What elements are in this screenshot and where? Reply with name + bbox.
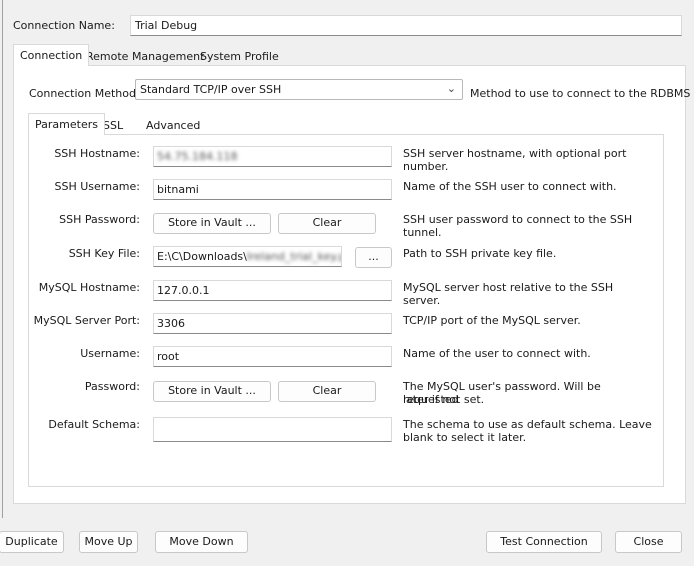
connection-method-select[interactable]: Standard TCP/IP over SSH ⌄: [135, 79, 463, 100]
username-label: Username:: [80, 347, 140, 360]
tab-parameters[interactable]: Parameters: [28, 113, 105, 135]
close-button[interactable]: Close: [615, 531, 682, 553]
default-schema-label: Default Schema:: [48, 418, 140, 431]
ssh-username-label: SSH Username:: [54, 180, 140, 193]
ssh-username-description: Name of the SSH user to connect with.: [403, 180, 617, 193]
password-label: Password:: [84, 380, 140, 393]
tab-connection[interactable]: Connection: [13, 44, 90, 66]
ssh-hostname-value: 54.75.184.118: [157, 150, 238, 163]
chevron-down-icon: ⌄: [446, 82, 456, 95]
mysql-port-input[interactable]: 3306: [153, 313, 392, 334]
ssh-hostname-label: SSH Hostname:: [54, 147, 140, 160]
move-up-button[interactable]: Move Up: [79, 531, 138, 553]
ssh-clear-password-button[interactable]: Clear: [278, 213, 376, 234]
ssh-password-description: SSH user password to connect to the SSH …: [403, 213, 633, 239]
password-description-line2: later if not set.: [403, 393, 485, 406]
mysql-hostname-label: MySQL Hostname:: [38, 281, 140, 294]
tab-system-profile[interactable]: System Profile: [193, 45, 286, 67]
default-schema-description-line1: The schema to use as default schema. Lea…: [403, 418, 652, 431]
connection-name-label: Connection Name:: [13, 19, 115, 32]
ssh-key-file-description: Path to SSH private key file.: [403, 247, 557, 260]
tab-advanced[interactable]: Advanced: [139, 114, 207, 136]
mysql-port-description: TCP/IP port of the MySQL server.: [403, 314, 581, 327]
ssh-hostname-input[interactable]: 54.75.184.118: [153, 146, 392, 167]
mysql-port-label: MySQL Server Port:: [33, 314, 140, 327]
ssh-key-file-path: E:\C\Downloads\: [157, 250, 247, 263]
test-connection-button[interactable]: Test Connection: [486, 531, 602, 553]
ssh-password-label: SSH Password:: [59, 213, 140, 226]
username-description: Name of the user to connect with.: [403, 347, 591, 360]
connection-name-input[interactable]: Trial Debug: [130, 15, 682, 36]
default-schema-description-line2: blank to select it later.: [403, 431, 527, 444]
ssh-username-input[interactable]: bitnami: [153, 179, 392, 200]
duplicate-button[interactable]: Duplicate: [0, 531, 64, 553]
connection-method-label: Connection Method:: [29, 87, 140, 100]
username-input[interactable]: root: [153, 346, 392, 367]
move-down-button[interactable]: Move Down: [155, 531, 248, 553]
ssh-key-file-label: SSH Key File:: [68, 247, 140, 260]
connection-method-value: Standard TCP/IP over SSH: [140, 83, 282, 96]
ssh-key-file-browse-button[interactable]: ...: [355, 247, 392, 268]
ssh-key-file-input[interactable]: E:\C\Downloads\Ireland_trial_key.pem: [153, 246, 342, 267]
default-schema-input[interactable]: [153, 417, 392, 442]
store-in-vault-button[interactable]: Store in Vault ...: [153, 381, 271, 402]
clear-password-button[interactable]: Clear: [278, 381, 376, 402]
ssh-store-in-vault-button[interactable]: Store in Vault ...: [153, 213, 271, 234]
connection-method-description: Method to use to connect to the RDBMS: [470, 87, 691, 100]
mysql-hostname-description: MySQL server host relative to the SSH se…: [403, 281, 614, 307]
mysql-hostname-input[interactable]: 127.0.0.1: [153, 280, 392, 301]
ssh-key-file-name: Ireland_trial_key.pem: [246, 250, 341, 263]
ssh-hostname-description: SSH server hostname, with optional port …: [403, 147, 627, 173]
tab-remote-management[interactable]: Remote Management: [79, 45, 211, 67]
